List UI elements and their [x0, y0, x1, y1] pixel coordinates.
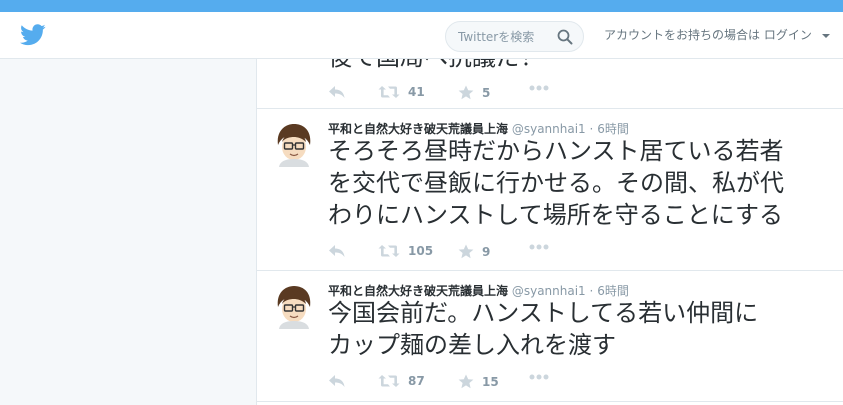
login-area: アカウントをお持ちの場合は ログイン — [604, 26, 830, 43]
more-icon — [529, 374, 549, 380]
reply-icon — [329, 86, 345, 98]
reply-button[interactable] — [328, 244, 346, 258]
tweet-text-line: 後で国局へ抗議だ！ — [328, 59, 544, 73]
reply-button[interactable] — [328, 374, 346, 388]
favorite-count: 9 — [482, 244, 491, 259]
avatar[interactable] — [271, 283, 317, 329]
top-accent-stripe — [0, 0, 843, 12]
search-box[interactable] — [445, 21, 584, 52]
star-icon — [458, 374, 474, 389]
tweet[interactable]: 平和と自然大好き破天荒議員上海 @syannhai1 · 6時間 そろそろ昼時だ… — [257, 109, 843, 271]
tweet-text-line: カップ麺の差し入れを渡す — [328, 331, 616, 359]
star-icon — [458, 85, 474, 100]
more-options-button[interactable] — [529, 374, 549, 380]
retweet-icon — [378, 375, 400, 387]
author-name[interactable]: 平和と自然大好き破天荒議員上海 — [328, 284, 508, 298]
tweet-text: 今国会前だ。ハンストしてる若い仲間に カップ麺の差し入れを渡す — [328, 297, 758, 361]
tweet-text-line: そろそろ昼時だからハンスト居ている若者 — [328, 137, 784, 165]
tweet-text-line: わりにハンストして場所を守ることにする — [328, 201, 784, 229]
retweet-count: 87 — [408, 374, 425, 388]
more-icon — [529, 244, 549, 250]
tweet-timestamp[interactable]: 6時間 — [597, 122, 629, 136]
login-link[interactable]: ログイン — [764, 28, 812, 42]
more-options-button[interactable] — [529, 244, 549, 250]
star-icon — [458, 244, 474, 259]
twitter-bird-icon[interactable] — [20, 24, 46, 46]
tweet[interactable]: 平和と自然大好き破天荒議員上海 @syannhai1 · 6時間 今国会前だ。ハ… — [257, 271, 843, 402]
search-input[interactable] — [458, 22, 558, 51]
retweet-button[interactable]: 105 — [378, 244, 433, 258]
retweet-icon — [378, 245, 400, 257]
favorite-button[interactable]: 9 — [458, 244, 490, 259]
left-sidebar — [0, 59, 257, 405]
tweet[interactable]: 後で国局へ抗議だ！ 41 5 — [257, 59, 843, 109]
author-name[interactable]: 平和と自然大好き破天荒議員上海 — [328, 122, 508, 136]
tweet-text: 後で国局へ抗議だ！ — [328, 59, 544, 73]
author-handle[interactable]: @syannhai1 — [512, 122, 586, 136]
retweet-button[interactable]: 87 — [378, 374, 425, 388]
tweet-text-line: 今国会前だ。ハンストしてる若い仲間に — [328, 299, 759, 327]
retweet-count: 41 — [408, 85, 425, 99]
tweet-text-line: を交代で昼飯に行かせる。その間、私が代 — [328, 169, 784, 197]
account-prompt: アカウントをお持ちの場合は — [604, 28, 761, 42]
separator-dot: · — [589, 284, 594, 298]
retweet-icon — [378, 86, 400, 98]
more-icon — [529, 85, 549, 91]
favorite-count: 5 — [482, 85, 491, 100]
tweet-timestamp[interactable]: 6時間 — [597, 284, 629, 298]
tweet-timeline: 後で国局へ抗議だ！ 41 5 — [257, 59, 843, 405]
tweet-text: そろそろ昼時だからハンスト居ている若者 を交代で昼飯に行かせる。その間、私が代 … — [328, 135, 784, 231]
reply-icon — [329, 375, 345, 387]
separator-dot: · — [589, 122, 594, 136]
retweet-button[interactable]: 41 — [378, 85, 425, 99]
favorite-button[interactable]: 5 — [458, 85, 490, 100]
retweet-count: 105 — [408, 244, 434, 258]
reply-icon — [329, 245, 345, 257]
caret-down-icon[interactable] — [821, 33, 830, 38]
more-options-button[interactable] — [529, 85, 549, 91]
avatar[interactable] — [271, 121, 317, 167]
favorite-count: 15 — [482, 374, 499, 389]
top-navigation-bar: アカウントをお持ちの場合は ログイン — [0, 12, 843, 59]
search-icon[interactable] — [557, 29, 573, 45]
reply-button[interactable] — [328, 85, 346, 99]
favorite-button[interactable]: 15 — [458, 374, 499, 389]
author-handle[interactable]: @syannhai1 — [512, 284, 586, 298]
